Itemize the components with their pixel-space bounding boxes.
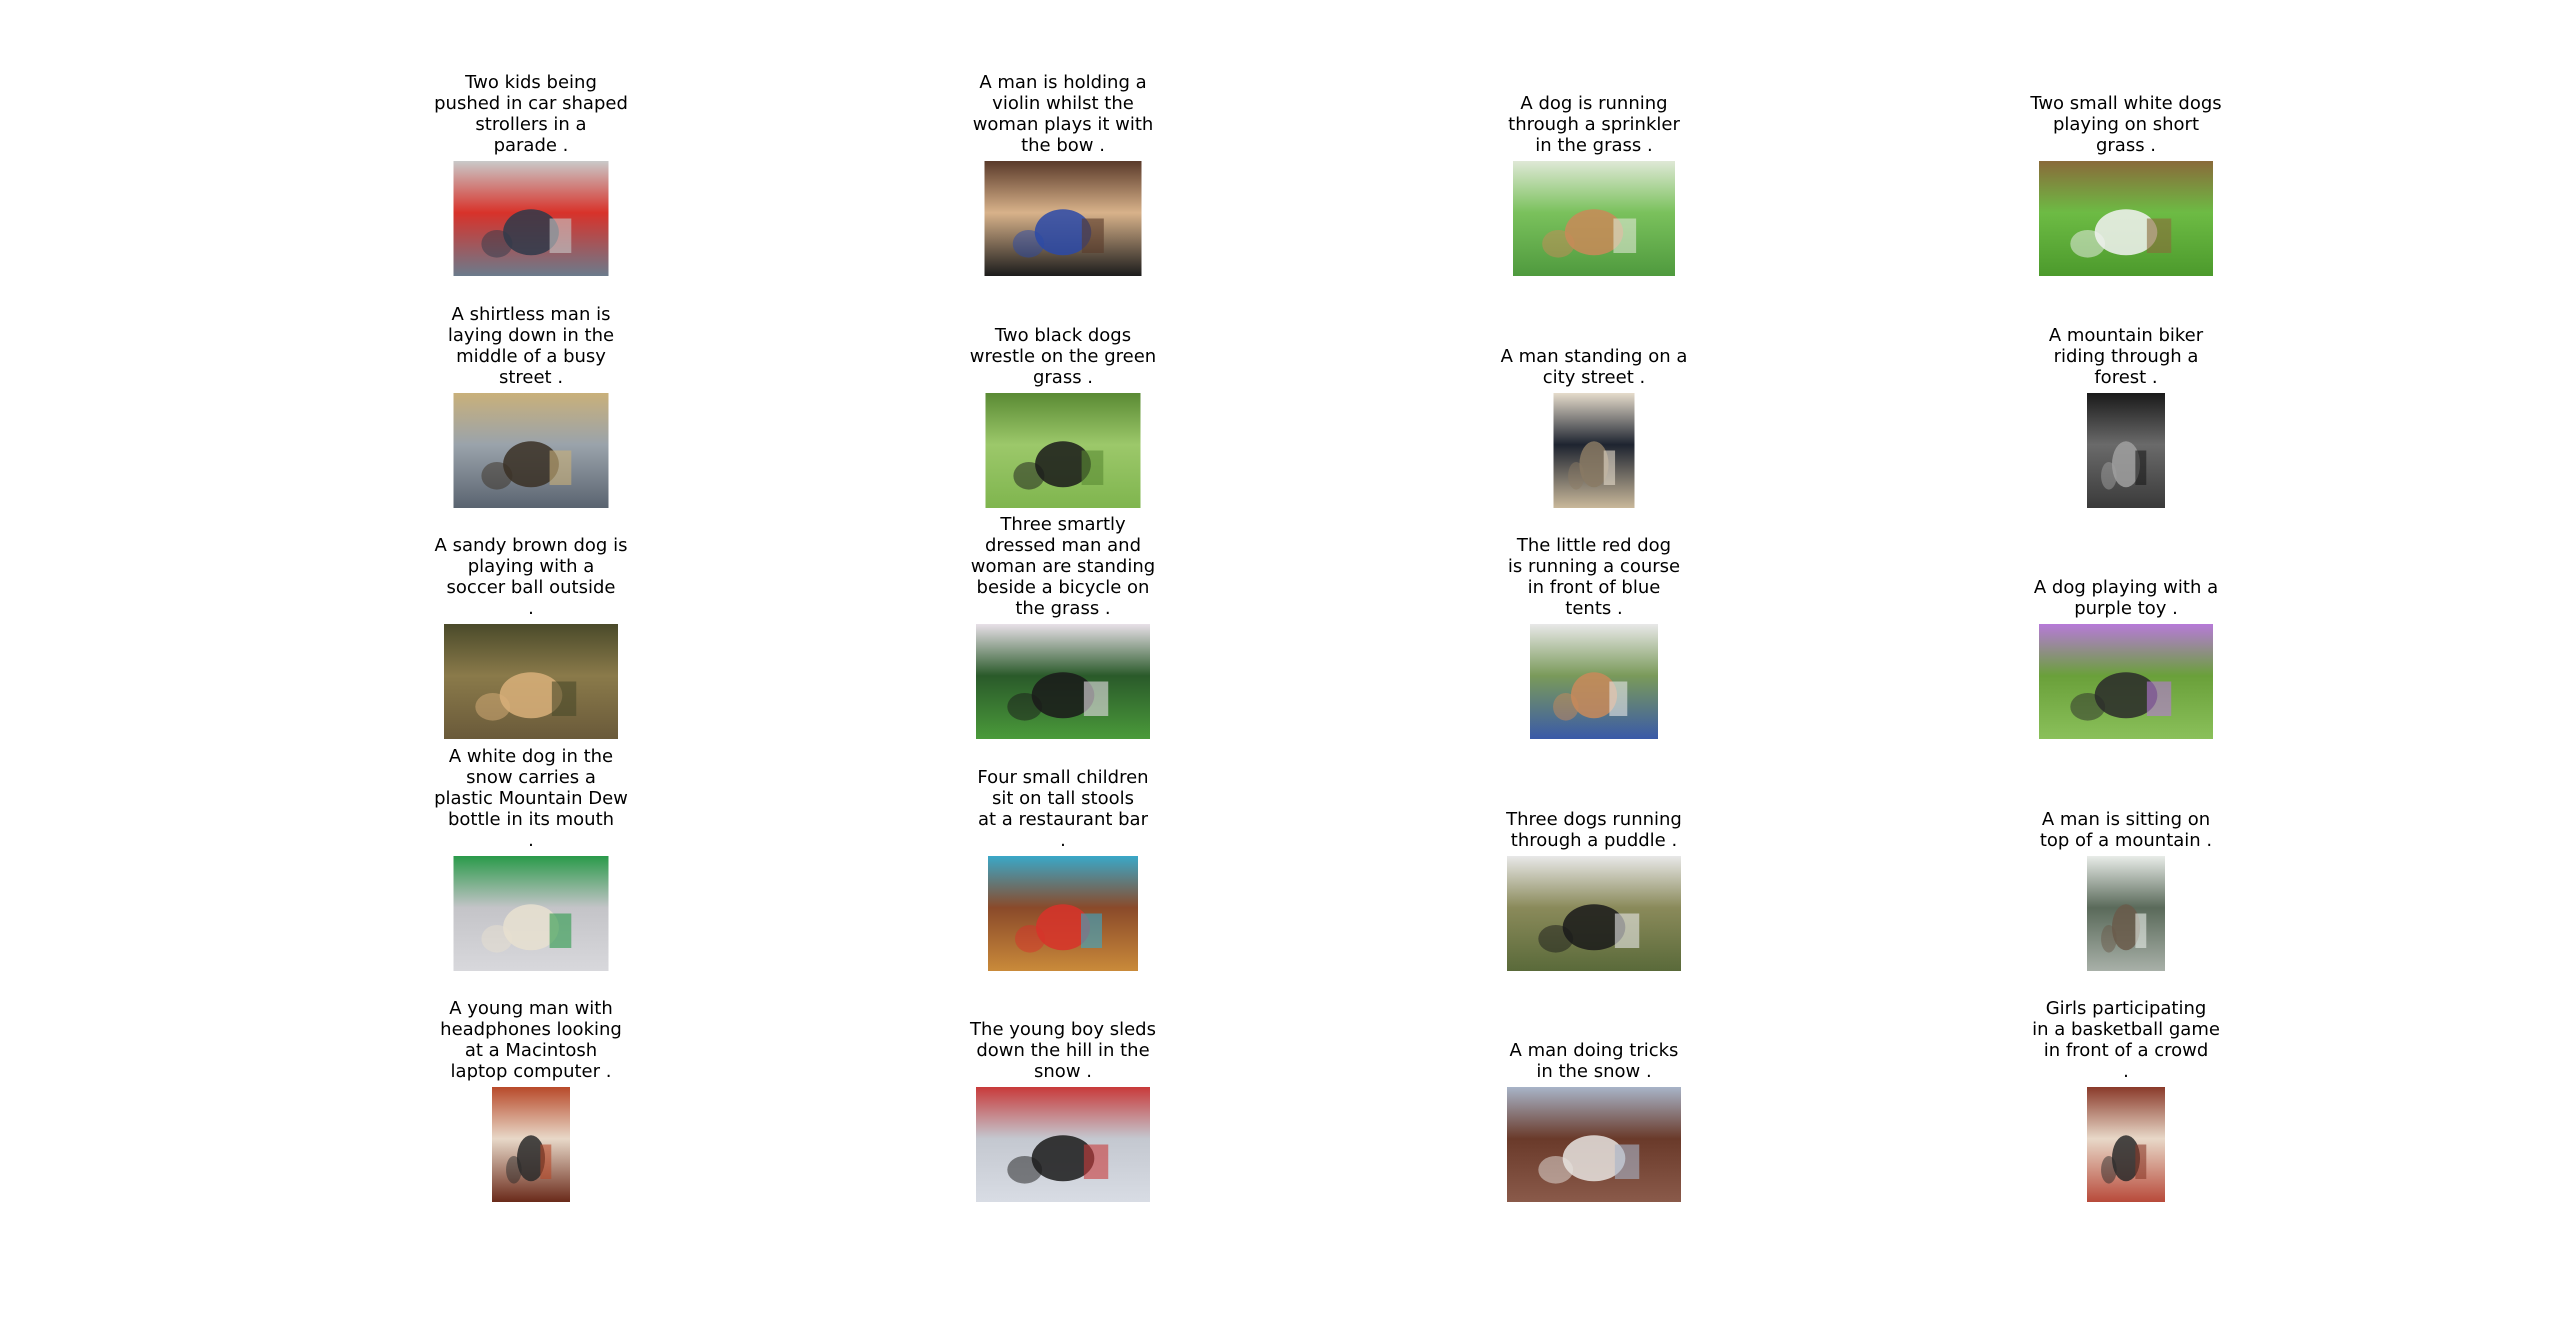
- grid-cell: A sandy brown dog is playing with a socc…: [341, 499, 721, 739]
- photo-two-white-dogs-grass: [2039, 161, 2213, 276]
- image-caption: Two black dogs wrestle on the green gras…: [969, 325, 1157, 388]
- image-caption: Three smartly dressed man and woman are …: [970, 514, 1156, 619]
- grid-cell: A mountain biker riding through a forest…: [1936, 268, 2316, 508]
- grid-cell: Two small white dogs playing on short gr…: [1936, 36, 2316, 276]
- grid-cell: Three smartly dressed man and woman are …: [873, 499, 1253, 739]
- image-caption: A man is sitting on top of a mountain .: [2039, 809, 2213, 851]
- grid-cell: A shirtless man is laying down in the mi…: [341, 268, 721, 508]
- photo-brown-dog-soccer-ball: [444, 624, 618, 739]
- image-caption: A man doing tricks in the snow .: [1509, 1040, 1679, 1082]
- grid-cell: A man is sitting on top of a mountain .: [1936, 731, 2316, 971]
- photo-red-dog-agility-course: [1530, 624, 1658, 739]
- image-caption: A mountain biker riding through a forest…: [2048, 325, 2204, 388]
- photo-man-mountain-top: [2087, 856, 2165, 971]
- grid-cell: A man doing tricks in the snow .: [1404, 962, 1784, 1202]
- photo-kids-car-strollers-parade: [453, 161, 609, 276]
- image-caption: A dog is running through a sprinkler in …: [1508, 93, 1680, 156]
- grid-cell: Girls participating in a basketball game…: [1936, 962, 2316, 1202]
- grid-cell: Two kids being pushed in car shaped stro…: [341, 36, 721, 276]
- photo-dog-sprinkler-grass: [1513, 161, 1675, 276]
- grid-cell: Three dogs running through a puddle .: [1404, 731, 1784, 971]
- photo-people-bicycle-grass: [976, 624, 1150, 739]
- grid-cell: A young man with headphones looking at a…: [341, 962, 721, 1202]
- photo-children-restaurant-bar: [988, 856, 1138, 971]
- image-caption: A white dog in the snow carries a plasti…: [434, 746, 628, 851]
- image-caption: A young man with headphones looking at a…: [440, 998, 622, 1082]
- grid-cell: A white dog in the snow carries a plasti…: [341, 731, 721, 971]
- image-caption: Three dogs running through a puddle .: [1506, 809, 1682, 851]
- image-caption: A sandy brown dog is playing with a socc…: [434, 535, 628, 619]
- image-caption: Two small white dogs playing on short gr…: [2030, 93, 2222, 156]
- photo-boy-sledding-snow: [976, 1087, 1150, 1202]
- photo-three-dogs-puddle: [1507, 856, 1681, 971]
- photo-man-headphones-laptop: [492, 1087, 570, 1202]
- image-caption: Girls participating in a basketball game…: [2032, 998, 2220, 1082]
- photo-man-city-street: [1553, 393, 1635, 508]
- grid-cell: The young boy sleds down the hill in the…: [873, 962, 1253, 1202]
- image-caption: Two kids being pushed in car shaped stro…: [434, 72, 628, 156]
- image-caption: A shirtless man is laying down in the mi…: [447, 304, 615, 388]
- photo-mountain-biker-forest: [2087, 393, 2165, 508]
- grid-cell: A man is holding a violin whilst the wom…: [873, 36, 1253, 276]
- photo-dog-purple-toy: [2039, 624, 2213, 739]
- photo-man-tricks-snow: [1507, 1087, 1681, 1202]
- image-caption: The young boy sleds down the hill in the…: [970, 1019, 1156, 1082]
- photo-man-laying-street: [453, 393, 609, 508]
- image-caption: The little red dog is running a course i…: [1507, 535, 1681, 619]
- image-caption-grid: Two kids being pushed in car shaped stro…: [0, 0, 2560, 1335]
- grid-cell: A man standing on a city street .: [1404, 268, 1784, 508]
- grid-cell: A dog is running through a sprinkler in …: [1404, 36, 1784, 276]
- image-caption: A man is holding a violin whilst the wom…: [972, 72, 1154, 156]
- photo-black-dogs-wrestling: [985, 393, 1141, 508]
- grid-cell: The little red dog is running a course i…: [1404, 499, 1784, 739]
- image-caption: A dog playing with a purple toy .: [2033, 577, 2219, 619]
- image-caption: Four small children sit on tall stools a…: [977, 767, 1149, 851]
- grid-cell: Four small children sit on tall stools a…: [873, 731, 1253, 971]
- image-caption: A man standing on a city street .: [1500, 346, 1688, 388]
- grid-cell: A dog playing with a purple toy .: [1936, 499, 2316, 739]
- photo-girls-basketball-game: [2087, 1087, 2165, 1202]
- photo-white-dog-snow-bottle: [453, 856, 609, 971]
- photo-man-violin-woman-bow: [984, 161, 1142, 276]
- grid-cell: Two black dogs wrestle on the green gras…: [873, 268, 1253, 508]
